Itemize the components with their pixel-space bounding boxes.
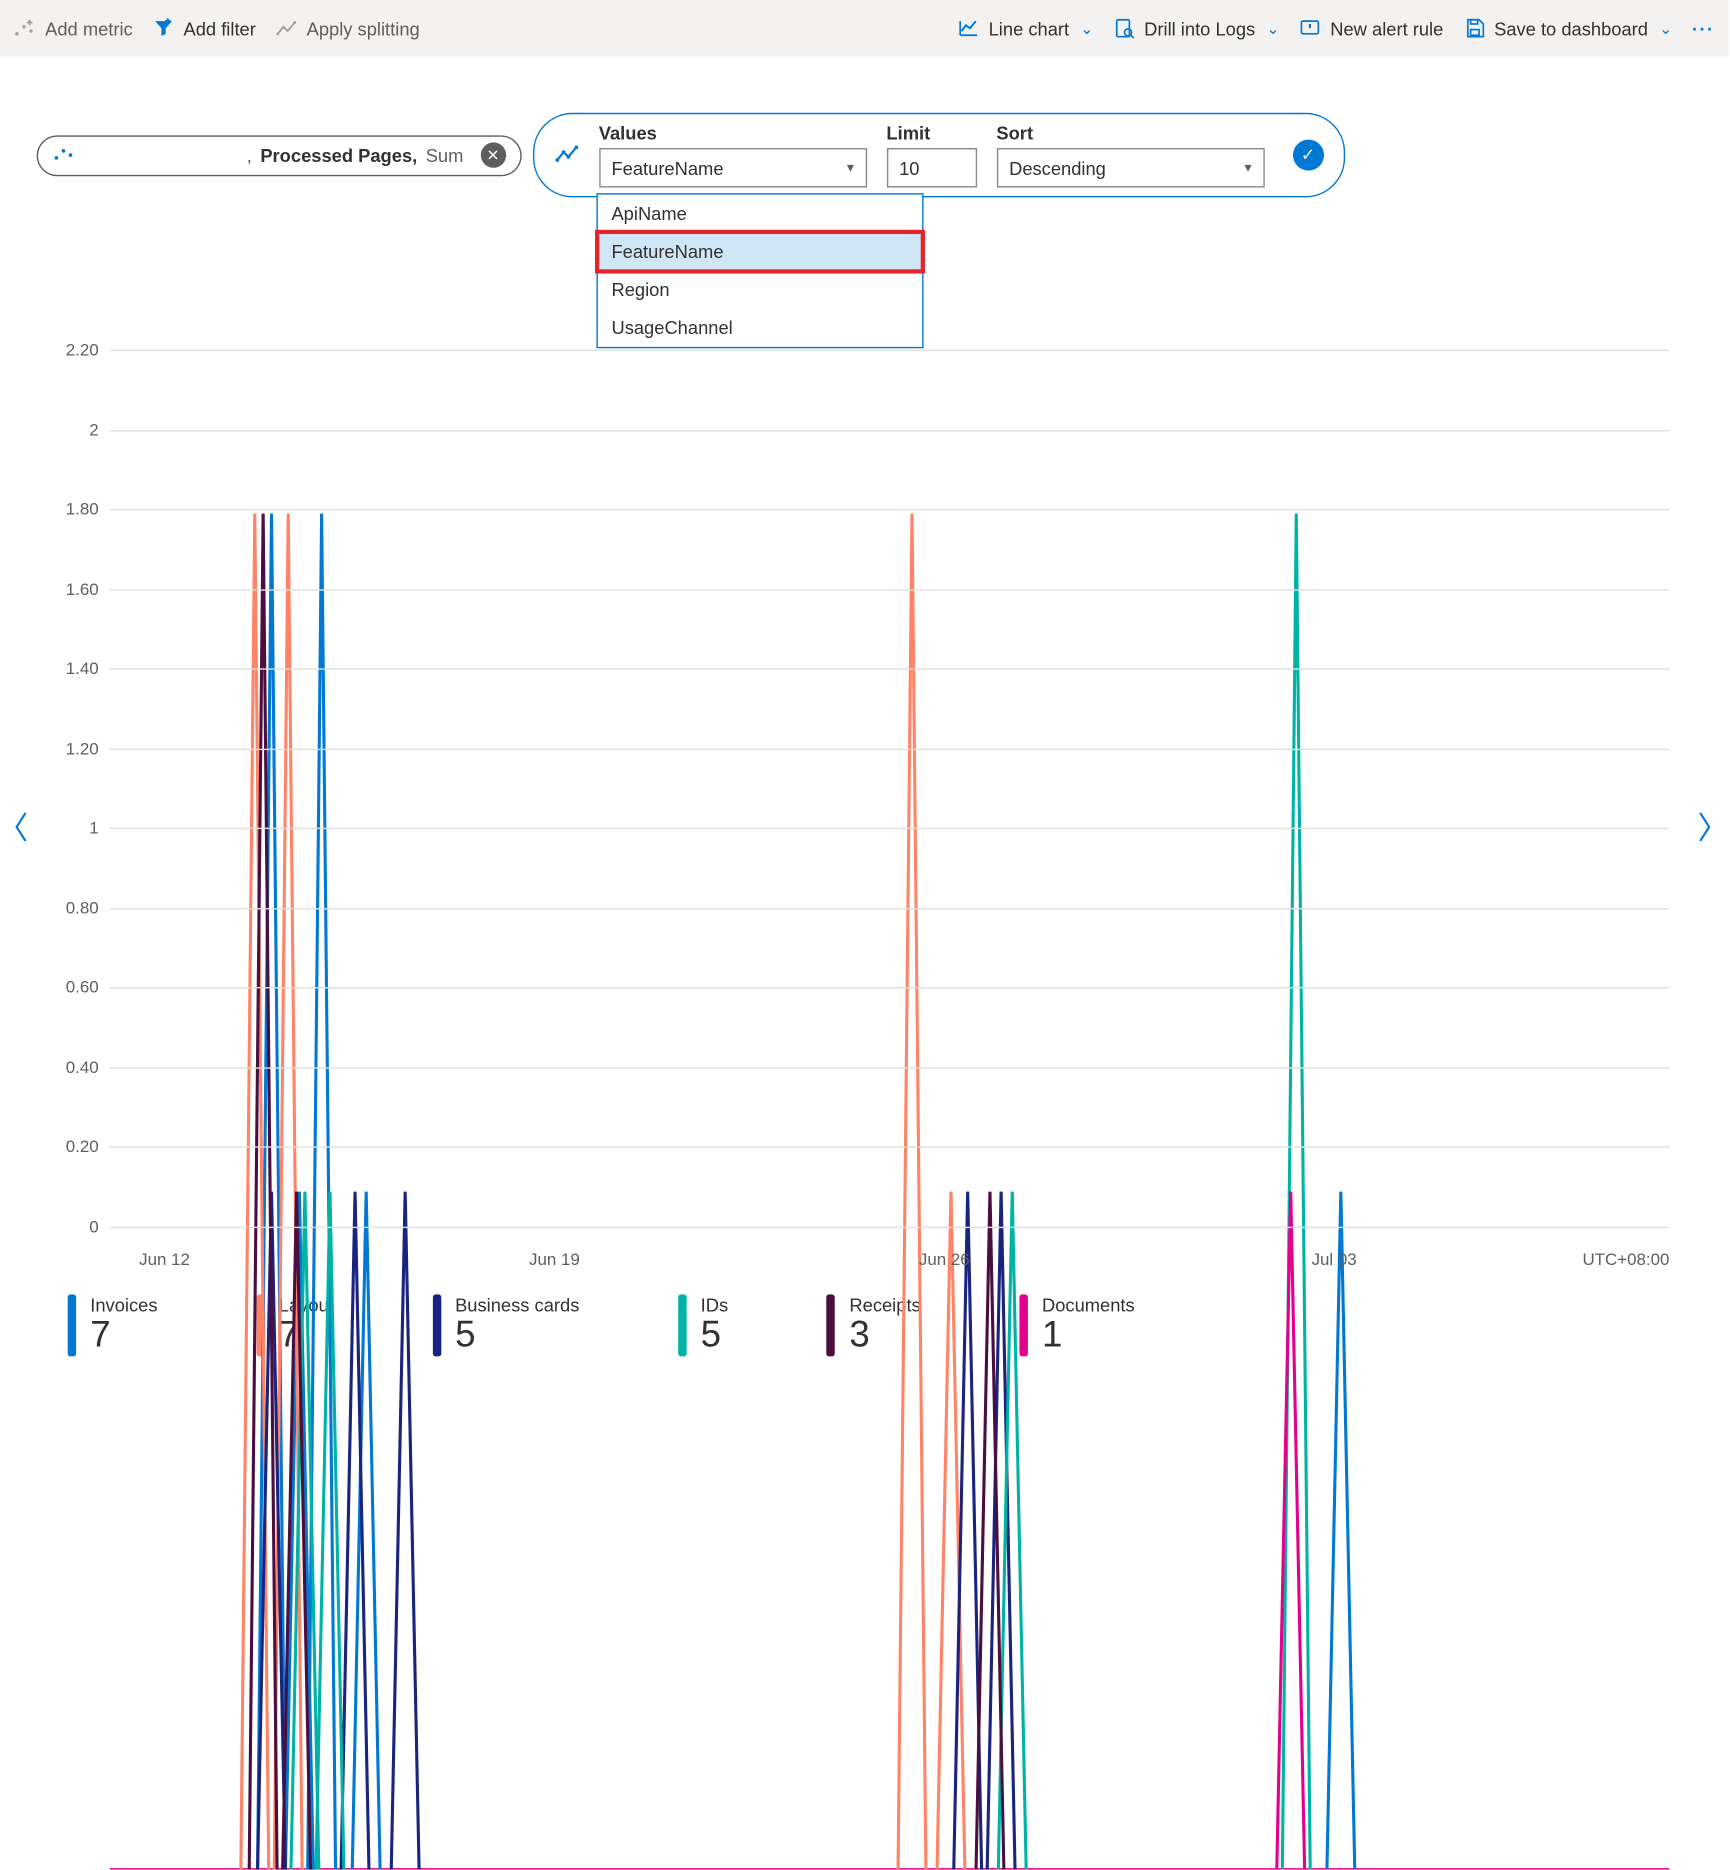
values-value: FeatureName	[611, 157, 723, 178]
chart-prev-button[interactable]: 〈	[0, 804, 28, 849]
y-tick-label: 0.60	[66, 978, 99, 998]
sort-label: Sort	[996, 123, 1264, 144]
more-actions-button[interactable]: ···	[1692, 18, 1715, 39]
y-tick-label: 2	[89, 420, 98, 440]
sort-value: Descending	[1009, 157, 1106, 178]
new-alert-label: New alert rule	[1330, 18, 1443, 39]
chevron-down-icon: ⌄	[1080, 19, 1093, 37]
metric-config-row: , Processed Pages, Sum ✕ Values FeatureN…	[37, 113, 1729, 198]
drill-logs-button[interactable]: Drill into Logs ⌄	[1113, 17, 1279, 40]
y-tick-label: 1.40	[66, 659, 99, 679]
sort-select[interactable]: Descending ▾	[996, 148, 1264, 187]
limit-input[interactable]: 10	[886, 148, 976, 187]
y-tick-label: 1.80	[66, 500, 99, 520]
add-filter-button[interactable]: Add filter	[152, 17, 255, 40]
add-metric-label: Add metric	[45, 18, 133, 39]
splitting-pill-icon	[554, 140, 579, 170]
chart-next-button[interactable]: 〉	[1698, 804, 1729, 849]
chevron-down-icon: ⌄	[1266, 19, 1279, 37]
y-tick-label: 0.80	[66, 898, 99, 918]
x-tick-label: Jun 12	[139, 1249, 190, 1269]
metric-pill[interactable]: , Processed Pages, Sum ✕	[37, 135, 522, 176]
line-chart: 2.2021.801.601.401.2010.800.600.400.200 …	[110, 282, 1669, 1269]
y-tick-label: 0.40	[66, 1057, 99, 1077]
y-tick-label: 0	[89, 1217, 98, 1237]
timezone-label: UTC+08:00	[1582, 1249, 1669, 1269]
values-option[interactable]: FeatureName	[597, 233, 921, 271]
remove-metric-icon[interactable]: ✕	[480, 142, 505, 167]
metric-name: Processed Pages,	[260, 145, 417, 166]
add-metric-icon	[14, 17, 37, 40]
save-icon	[1463, 17, 1486, 40]
limit-value: 10	[899, 157, 919, 178]
save-dashboard-label: Save to dashboard	[1494, 18, 1648, 39]
limit-label: Limit	[886, 123, 976, 144]
values-label: Values	[599, 123, 867, 144]
values-option[interactable]: ApiName	[597, 195, 921, 233]
chart-type-label: Line chart	[989, 18, 1070, 39]
chart-type-button[interactable]: Line chart ⌄	[958, 17, 1094, 40]
apply-splitting-button[interactable]: Apply splitting	[276, 17, 420, 40]
legend-color-swatch	[68, 1294, 76, 1356]
y-tick-label: 1.60	[66, 579, 99, 599]
add-metric-button[interactable]: Add metric	[14, 17, 133, 40]
chevron-down-icon: ▾	[847, 160, 854, 176]
values-option[interactable]: UsageChannel	[597, 309, 921, 347]
alert-icon	[1299, 17, 1322, 40]
apply-splitting-check[interactable]: ✓	[1292, 140, 1323, 171]
new-alert-button[interactable]: New alert rule	[1299, 17, 1443, 40]
x-tick-label: Jun 26	[919, 1249, 970, 1269]
line-chart-icon	[958, 17, 981, 40]
metric-icon	[52, 142, 75, 169]
add-filter-label: Add filter	[183, 18, 255, 39]
metric-prefix: ,	[247, 145, 252, 166]
y-tick-label: 2.20	[66, 340, 99, 360]
splitting-pill: Values FeatureName ▾ Limit 10 Sort Desce…	[532, 113, 1344, 198]
values-select[interactable]: FeatureName ▾	[599, 148, 867, 187]
metric-agg: Sum	[426, 145, 464, 166]
logs-icon	[1113, 17, 1136, 40]
save-dashboard-button[interactable]: Save to dashboard ⌄	[1463, 17, 1672, 40]
chevron-down-icon: ⌄	[1659, 19, 1672, 37]
metrics-toolbar: Add metric Add filter Apply splitting Li…	[0, 0, 1729, 56]
y-tick-label: 0.20	[66, 1137, 99, 1157]
x-tick-label: Jun 19	[529, 1249, 580, 1269]
splitting-icon	[276, 17, 299, 40]
y-tick-label: 1.20	[66, 739, 99, 759]
drill-logs-label: Drill into Logs	[1144, 18, 1255, 39]
y-tick-label: 1	[89, 818, 98, 838]
chevron-down-icon: ▾	[1245, 160, 1252, 176]
values-option[interactable]: Region	[597, 271, 921, 309]
filter-icon	[152, 17, 175, 40]
apply-splitting-label: Apply splitting	[307, 18, 420, 39]
x-tick-label: Jul 03	[1312, 1249, 1357, 1269]
values-dropdown: ApiNameFeatureNameRegionUsageChannel	[596, 193, 923, 348]
chart-area: 〈 〉 2.2021.801.601.401.2010.800.600.400.…	[0, 282, 1729, 1269]
